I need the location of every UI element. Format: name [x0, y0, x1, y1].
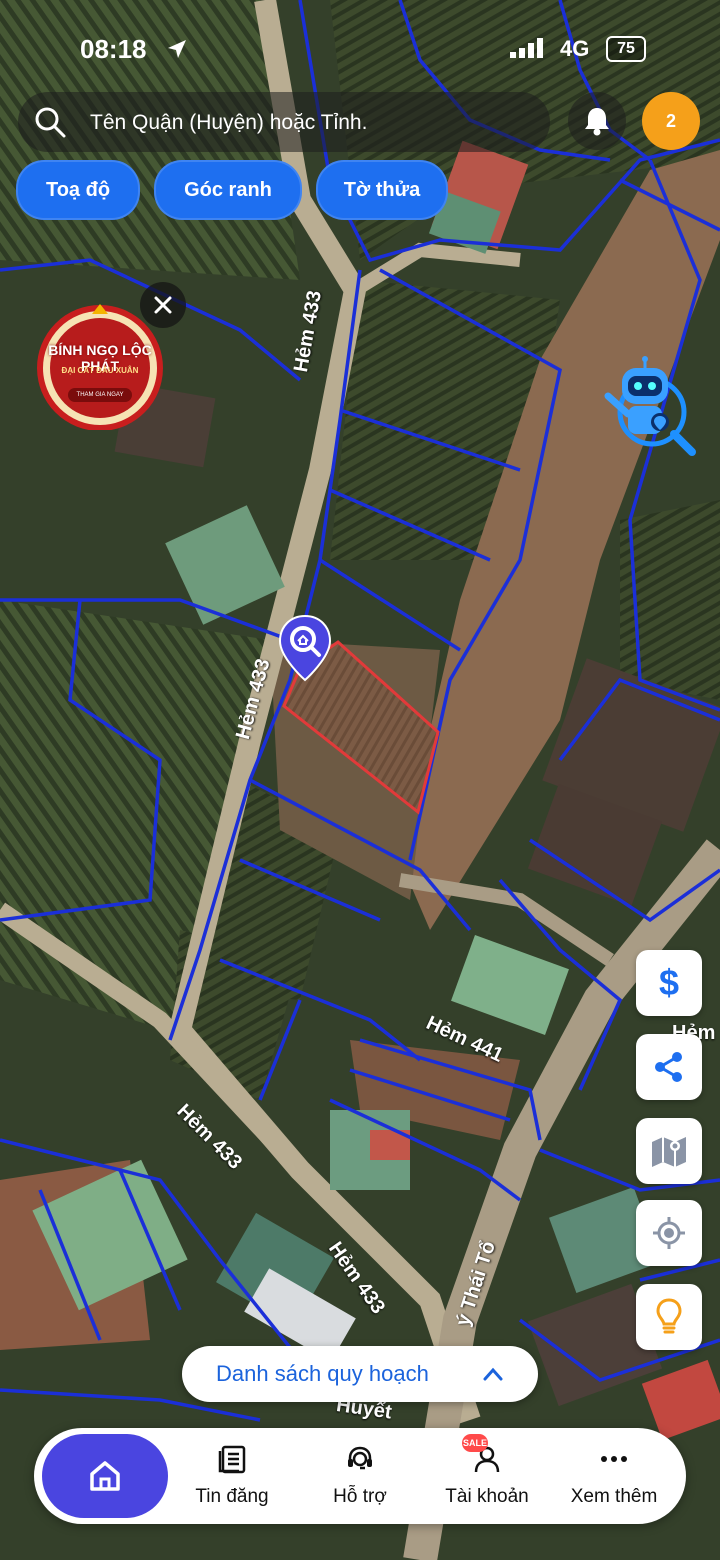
search-bar[interactable]: [18, 92, 550, 154]
more-icon: [601, 1456, 627, 1462]
promo-cta-button[interactable]: THAM GIA NGAY: [68, 388, 132, 402]
parcel-sheet-chip[interactable]: Tờ thửa: [316, 160, 448, 220]
map-layers-icon: [652, 1137, 686, 1167]
share-icon: [655, 1052, 682, 1082]
bottom-nav: Tin đăng Hỗ trợ Tài khoản Xem thêm: [34, 1428, 686, 1524]
promo-subtitle: ĐẠI CÁT ĐẦU XUÂN: [61, 366, 139, 375]
notification-button[interactable]: [568, 92, 626, 150]
network-type: 4G: [560, 36, 590, 61]
battery-level: 75: [606, 36, 646, 62]
location-arrow-icon: [168, 40, 186, 58]
map-layers-button[interactable]: [636, 1118, 702, 1184]
chevron-up-icon: [483, 1367, 503, 1381]
nav-more-label: Xem thêm: [570, 1486, 658, 1507]
listing-icon: [218, 1445, 246, 1474]
price-button[interactable]: $: [636, 950, 702, 1016]
nav-more[interactable]: Xem thêm: [562, 1428, 666, 1524]
lightbulb-icon: [656, 1298, 682, 1334]
locate-icon: [653, 1217, 685, 1249]
nav-support[interactable]: Hỗ trợ: [310, 1428, 410, 1524]
planning-list-button[interactable]: Danh sách quy hoạch: [182, 1346, 538, 1402]
satellite-map[interactable]: [0, 0, 720, 1560]
status-bar: 08:18 4G 75: [0, 28, 720, 68]
status-time: 08:18: [80, 34, 147, 64]
robot-assistant-icon[interactable]: [600, 356, 696, 456]
promo-close-button[interactable]: [140, 282, 186, 328]
nav-account-label: Tài khoản: [445, 1486, 529, 1507]
home-icon: [90, 1461, 120, 1491]
locate-button[interactable]: [636, 1200, 702, 1266]
tips-button[interactable]: [636, 1284, 702, 1350]
location-pin-icon[interactable]: [278, 614, 332, 682]
share-button[interactable]: [636, 1034, 702, 1100]
coordinates-chip[interactable]: Toạ độ: [16, 160, 140, 220]
nav-support-label: Hỗ trợ: [333, 1486, 387, 1507]
signal-icon: [510, 38, 543, 58]
planning-list-label: Danh sách quy hoạch: [216, 1361, 429, 1386]
search-icon: [35, 107, 66, 138]
nav-home-button[interactable]: [42, 1434, 168, 1518]
nav-listings[interactable]: Tin đăng: [182, 1428, 282, 1524]
support-icon: [348, 1446, 372, 1470]
search-input[interactable]: [88, 92, 542, 154]
notification-count-badge[interactable]: 2: [642, 92, 700, 150]
dollar-icon: $: [658, 962, 680, 1003]
corner-boundary-chip[interactable]: Góc ranh: [154, 160, 302, 220]
close-icon: [154, 296, 172, 314]
nav-listings-label: Tin đăng: [195, 1486, 269, 1507]
bell-icon: [585, 108, 609, 136]
sale-badge: SALE: [462, 1434, 488, 1452]
